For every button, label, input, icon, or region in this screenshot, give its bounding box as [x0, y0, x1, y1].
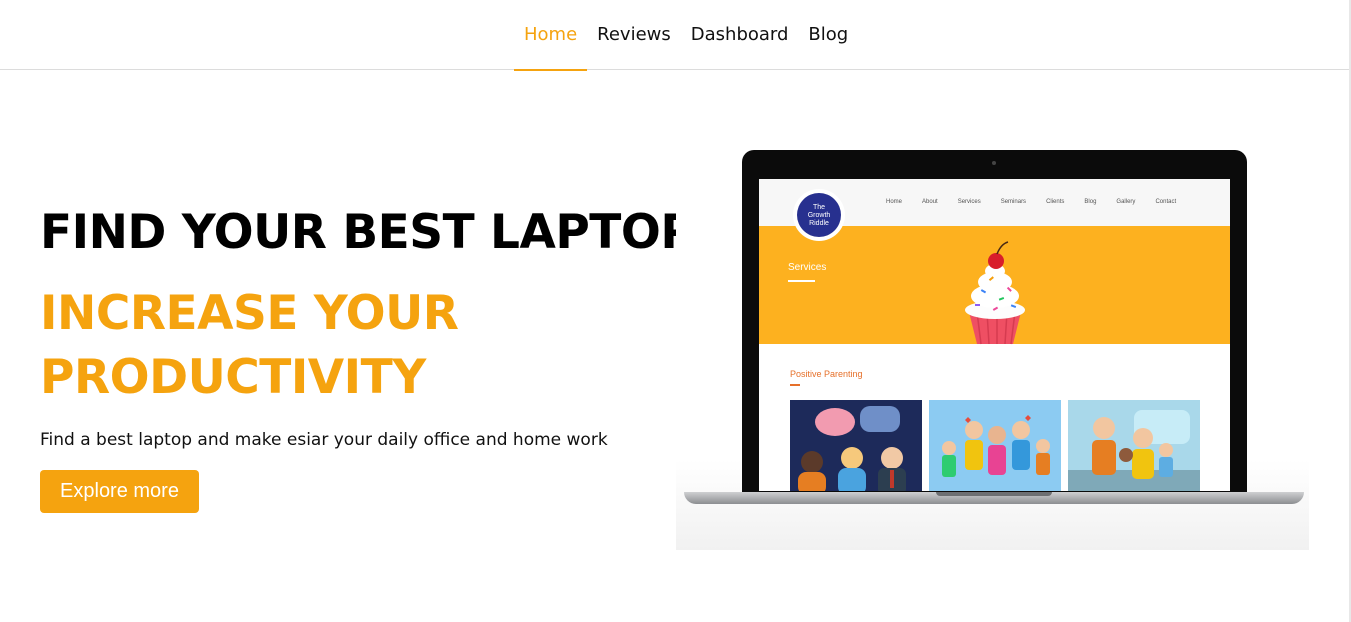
- screen-nav-item: Gallery: [1116, 199, 1136, 205]
- screen-logo-text-3: Riddle: [809, 220, 829, 227]
- screen-site-nav: Home About Services Seminars Clients Blo…: [886, 199, 1196, 205]
- hero-subtitle: INCREASE YOUR PRODUCTIVITY: [40, 282, 459, 410]
- hero-laptop-image: Home About Services Seminars Clients Blo…: [676, 140, 1309, 550]
- hero-subtitle-line-1: INCREASE YOUR: [40, 286, 459, 341]
- nav-item-reviews[interactable]: Reviews: [587, 0, 681, 70]
- screen-thumbnail-speech: [790, 400, 922, 491]
- top-navbar: Home Reviews Dashboard Blog: [0, 0, 1349, 71]
- screen-section-underline: [790, 384, 800, 386]
- screen-nav-item: Services: [957, 199, 981, 205]
- screen-section-title: Positive Parenting: [790, 369, 863, 379]
- screen-nav-item: About: [922, 199, 938, 205]
- nav-item-home[interactable]: Home: [514, 0, 588, 71]
- screen-site-logo: The Growth Riddle: [793, 189, 845, 241]
- explore-more-button[interactable]: Explore more: [40, 470, 199, 513]
- screen-logo-text-2: Growth: [807, 212, 831, 219]
- screen-logo-text-1: The: [812, 204, 826, 211]
- screen-nav-item: Seminars: [1000, 199, 1027, 205]
- laptop-notch: [936, 492, 1052, 496]
- nav-item-blog[interactable]: Blog: [798, 0, 858, 70]
- screen-services-banner: Services: [759, 226, 1230, 345]
- screen-banner-title: Services: [788, 262, 827, 273]
- laptop-camera: [992, 161, 996, 165]
- cupcake-illustration: [965, 241, 1025, 345]
- hero-description: Find a best laptop and make esiar your d…: [40, 430, 608, 450]
- screen-banner-underline: [788, 280, 815, 282]
- hero-subtitle-line-2: PRODUCTIVITY: [40, 350, 426, 405]
- screen-thumbnail-kids: [929, 400, 1061, 491]
- screen-nav-item: Clients: [1046, 199, 1065, 205]
- laptop-screen: Home About Services Seminars Clients Blo…: [759, 179, 1230, 491]
- screen-thumbnail-family: [1068, 400, 1200, 491]
- nav-links: Home Reviews Dashboard Blog: [514, 0, 858, 71]
- nav-item-dashboard[interactable]: Dashboard: [681, 0, 799, 70]
- laptop-lid: Home About Services Seminars Clients Blo…: [742, 150, 1247, 495]
- screen-nav-item: Home: [886, 199, 903, 205]
- hero-title: FIND YOUR BEST LAPTOP: [40, 205, 695, 260]
- screen-nav-item: Blog: [1084, 199, 1097, 205]
- screen-nav-item: Contact: [1155, 199, 1177, 205]
